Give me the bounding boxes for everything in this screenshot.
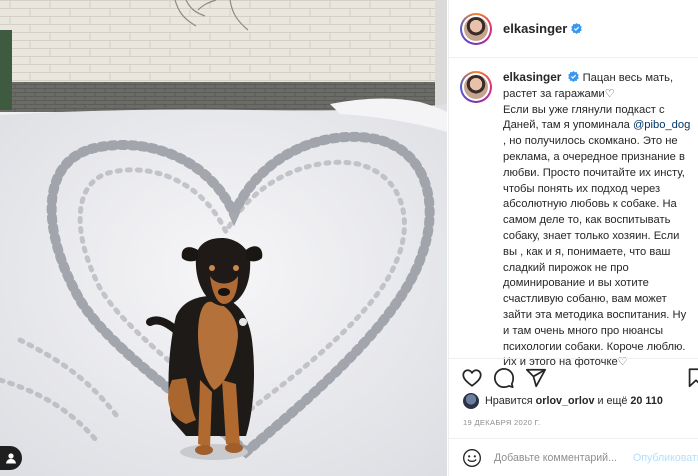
publish-button[interactable]: Опубликовать — [633, 452, 698, 464]
caption-line: чтобы понять их подход через — [503, 182, 661, 195]
post-actions — [449, 358, 698, 394]
author-username[interactable]: elkasinger — [503, 21, 567, 36]
share-button[interactable] — [525, 367, 547, 389]
paper-plane-icon — [525, 368, 547, 388]
likes-prefix: Нравится — [485, 395, 533, 407]
liker-username[interactable]: orlov_orlov — [536, 395, 595, 407]
caption-line: и там очень много про нюансы — [503, 324, 663, 337]
comment-button[interactable] — [493, 367, 515, 389]
photo-scene — [0, 0, 447, 476]
caption-line: самом деле то, как воспитывать — [503, 214, 671, 227]
heart-outline-icon — [462, 369, 482, 387]
liker-avatar — [463, 393, 479, 409]
author-avatar[interactable] — [460, 12, 492, 45]
user-silhouette-icon — [6, 453, 16, 464]
caption-line: , но получилось скомкано. Это не — [503, 135, 678, 148]
caption-line: растет за гаражами♡ — [503, 87, 615, 100]
likes-middle: и ещё — [597, 395, 628, 407]
caption-line: абсолютную любовь к собаке. На — [503, 198, 677, 211]
comment-form: Опубликовать — [449, 438, 698, 476]
caption-line: сладкий пирожок не про — [503, 261, 629, 274]
verified-badge-icon — [571, 23, 583, 34]
like-button[interactable] — [461, 367, 483, 389]
likes-summary[interactable]: Нравится orlov_orlov и ещё 20 110 — [463, 393, 663, 409]
caption-line: вы , как и я, понимаете, что ваш — [503, 245, 671, 258]
post-date[interactable]: 19 ДЕКАБРЯ 2020 Г. — [463, 418, 540, 427]
caption-line: любви. Просто почитайте их инсту, — [503, 166, 685, 179]
smiley-icon[interactable] — [462, 448, 482, 468]
caption-line: зайти эта методика воспитания. Ну — [503, 308, 687, 321]
verified-badge-icon — [568, 71, 580, 82]
caption-text: elkasinger Пацан весь мать, растет за га… — [503, 70, 693, 371]
post-sidebar: elkasinger elkasinger Пацан весь мать, р… — [448, 0, 698, 476]
caption-line: Пацан весь мать, — [582, 72, 674, 84]
caption-line: счастливую собаню, вам может — [503, 293, 667, 306]
caption-line: Если вы уже глянули подкаст с — [503, 103, 665, 116]
post-caption: elkasinger Пацан весь мать, растет за га… — [460, 70, 696, 371]
mention-link[interactable]: @pibo_dog — [633, 119, 690, 131]
caption-author-avatar[interactable] — [460, 71, 492, 103]
caption-username[interactable]: elkasinger — [503, 70, 561, 84]
caption-line: психологии собаки. Короче люблю. — [503, 340, 686, 353]
comment-bubble-icon — [493, 367, 515, 389]
caption-line: доминирование и вы хотите — [503, 277, 649, 290]
save-button[interactable] — [685, 367, 698, 389]
comment-input[interactable] — [494, 451, 631, 464]
post-photo[interactable] — [0, 0, 447, 476]
bookmark-icon — [688, 368, 698, 388]
caption-line: Даней, там я упоминала — [503, 119, 630, 132]
caption-line: реклама, а очередное признание в — [503, 150, 685, 163]
likes-count[interactable]: 20 110 — [630, 395, 662, 407]
caption-line: собаку, знает только хозяин. Если — [503, 229, 680, 242]
post-header: elkasinger — [449, 0, 698, 58]
